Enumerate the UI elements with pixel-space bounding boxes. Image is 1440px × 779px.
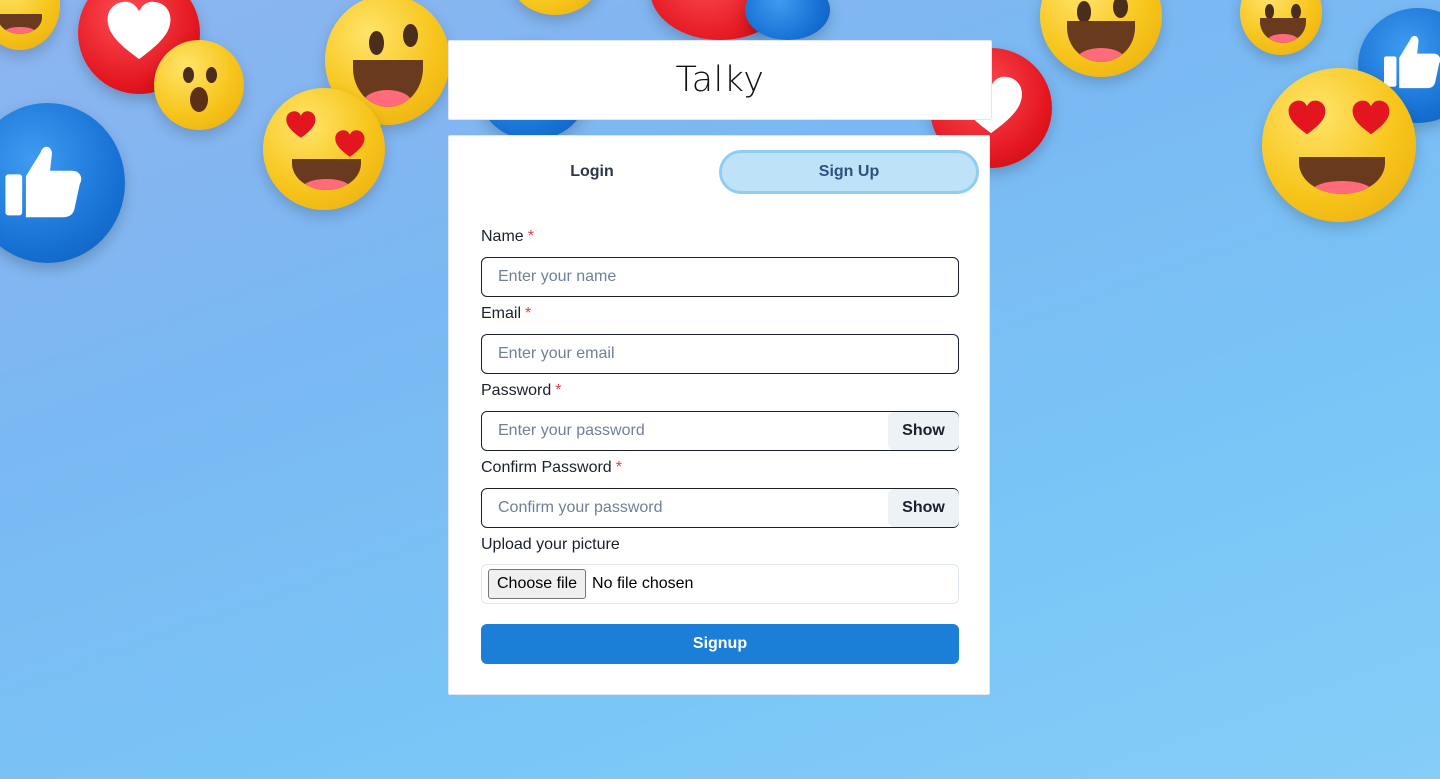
laughing-emoji-icon <box>510 0 600 15</box>
required-indicator: * <box>527 228 534 245</box>
app-header: Talky <box>448 40 992 120</box>
required-indicator: * <box>525 305 532 322</box>
name-input[interactable] <box>481 257 959 297</box>
picture-file-input[interactable]: Choose file No file chosen <box>481 564 959 604</box>
file-status-text: No file chosen <box>592 575 694 592</box>
thumbs-up-icon <box>745 0 830 40</box>
show-password-button[interactable]: Show <box>888 412 959 450</box>
password-label: Password * <box>481 382 561 400</box>
auth-tabs: Login Sign Up <box>465 150 979 194</box>
app-title: Talky <box>675 60 765 100</box>
password-label-text: Password <box>481 382 552 399</box>
email-label-text: Email <box>481 305 522 322</box>
tab-sign-up[interactable]: Sign Up <box>719 150 979 194</box>
required-indicator: * <box>555 382 562 399</box>
required-indicator: * <box>615 459 622 476</box>
heart-eyes-emoji-icon <box>263 88 385 210</box>
laughing-emoji-icon <box>1040 0 1162 77</box>
confirm-password-label-text: Confirm Password <box>481 459 612 476</box>
name-label: Name * <box>481 228 534 246</box>
thumbs-up-icon <box>0 103 125 263</box>
auth-card: Login Sign Up Name* Email* Password* Sho… <box>448 135 990 695</box>
email-input[interactable] <box>481 334 959 374</box>
choose-file-button[interactable]: Choose file <box>488 569 587 599</box>
email-label: Email * <box>481 305 531 323</box>
tab-login[interactable]: Login <box>465 150 719 194</box>
confirm-password-label: Confirm Password * <box>481 459 622 477</box>
picture-label: Upload your picture <box>481 536 620 553</box>
signup-button[interactable]: Signup <box>481 624 959 664</box>
laughing-emoji-icon <box>1240 0 1322 55</box>
heart-eyes-emoji-icon <box>1262 68 1416 222</box>
show-confirm-password-button[interactable]: Show <box>888 489 959 527</box>
heart-eyes-emoji-icon <box>0 0 60 50</box>
name-label-text: Name <box>481 228 524 245</box>
wow-emoji-icon <box>154 40 244 130</box>
